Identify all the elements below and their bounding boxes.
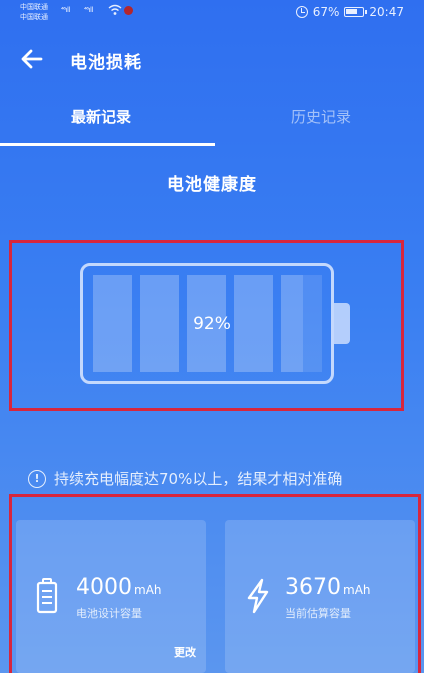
design-capacity-value: 4000 mAh bbox=[76, 575, 162, 600]
change-button[interactable]: 更改 bbox=[174, 644, 196, 660]
accuracy-notice: ! 持续充电幅度达70%以上，结果才相对准确 bbox=[28, 468, 342, 489]
estimated-capacity-label: 当前估算容量 bbox=[285, 607, 351, 620]
alarm-icon bbox=[295, 6, 308, 18]
battery-icon bbox=[344, 7, 368, 17]
tab-history-records[interactable]: 历史记录 bbox=[291, 106, 351, 127]
battery-health-title: 电池健康度 bbox=[167, 175, 257, 195]
wifi-icon bbox=[108, 4, 122, 15]
notification-icon bbox=[124, 6, 133, 15]
battery-icon bbox=[36, 578, 58, 614]
carrier-labels: 中国联通 中国联通 bbox=[20, 2, 48, 22]
battery-health-percent: 92% bbox=[193, 314, 231, 334]
estimated-capacity-value: 3670 mAh bbox=[285, 575, 371, 600]
lightning-icon bbox=[247, 578, 269, 614]
back-arrow-icon[interactable] bbox=[20, 47, 44, 71]
estimated-capacity-card: 3670 mAh 当前估算容量 bbox=[225, 520, 415, 673]
clock: 20:47 bbox=[369, 5, 404, 19]
carrier-1: 中国联通 bbox=[20, 3, 48, 11]
design-capacity-number: 4000 bbox=[76, 575, 132, 600]
estimated-capacity-number: 3670 bbox=[285, 575, 341, 600]
design-capacity-label: 电池设计容量 bbox=[76, 607, 142, 620]
estimated-capacity-unit: mAh bbox=[343, 583, 371, 597]
signal-icon: ⁴⁶ıll bbox=[61, 6, 70, 14]
notice-text: 持续充电幅度达70%以上，结果才相对准确 bbox=[54, 470, 343, 488]
design-capacity-card: 4000 mAh 电池设计容量 更改 bbox=[16, 520, 206, 673]
status-bar: 中国联通 中国联通 ⁴⁶ıll ⁴⁶ıll 67% 20:47 bbox=[0, 0, 424, 26]
battery-percent-status: 67% bbox=[312, 5, 340, 19]
design-capacity-unit: mAh bbox=[134, 583, 162, 597]
signal-icon: ⁴⁶ıll bbox=[84, 6, 93, 14]
carrier-2: 中国联通 bbox=[20, 13, 48, 21]
tab-latest-records[interactable]: 最新记录 bbox=[71, 106, 131, 127]
info-icon: ! bbox=[28, 469, 46, 488]
page-title: 电池损耗 bbox=[70, 53, 142, 73]
active-tab-indicator bbox=[0, 143, 215, 146]
status-right: 67% 20:47 bbox=[295, 5, 404, 19]
